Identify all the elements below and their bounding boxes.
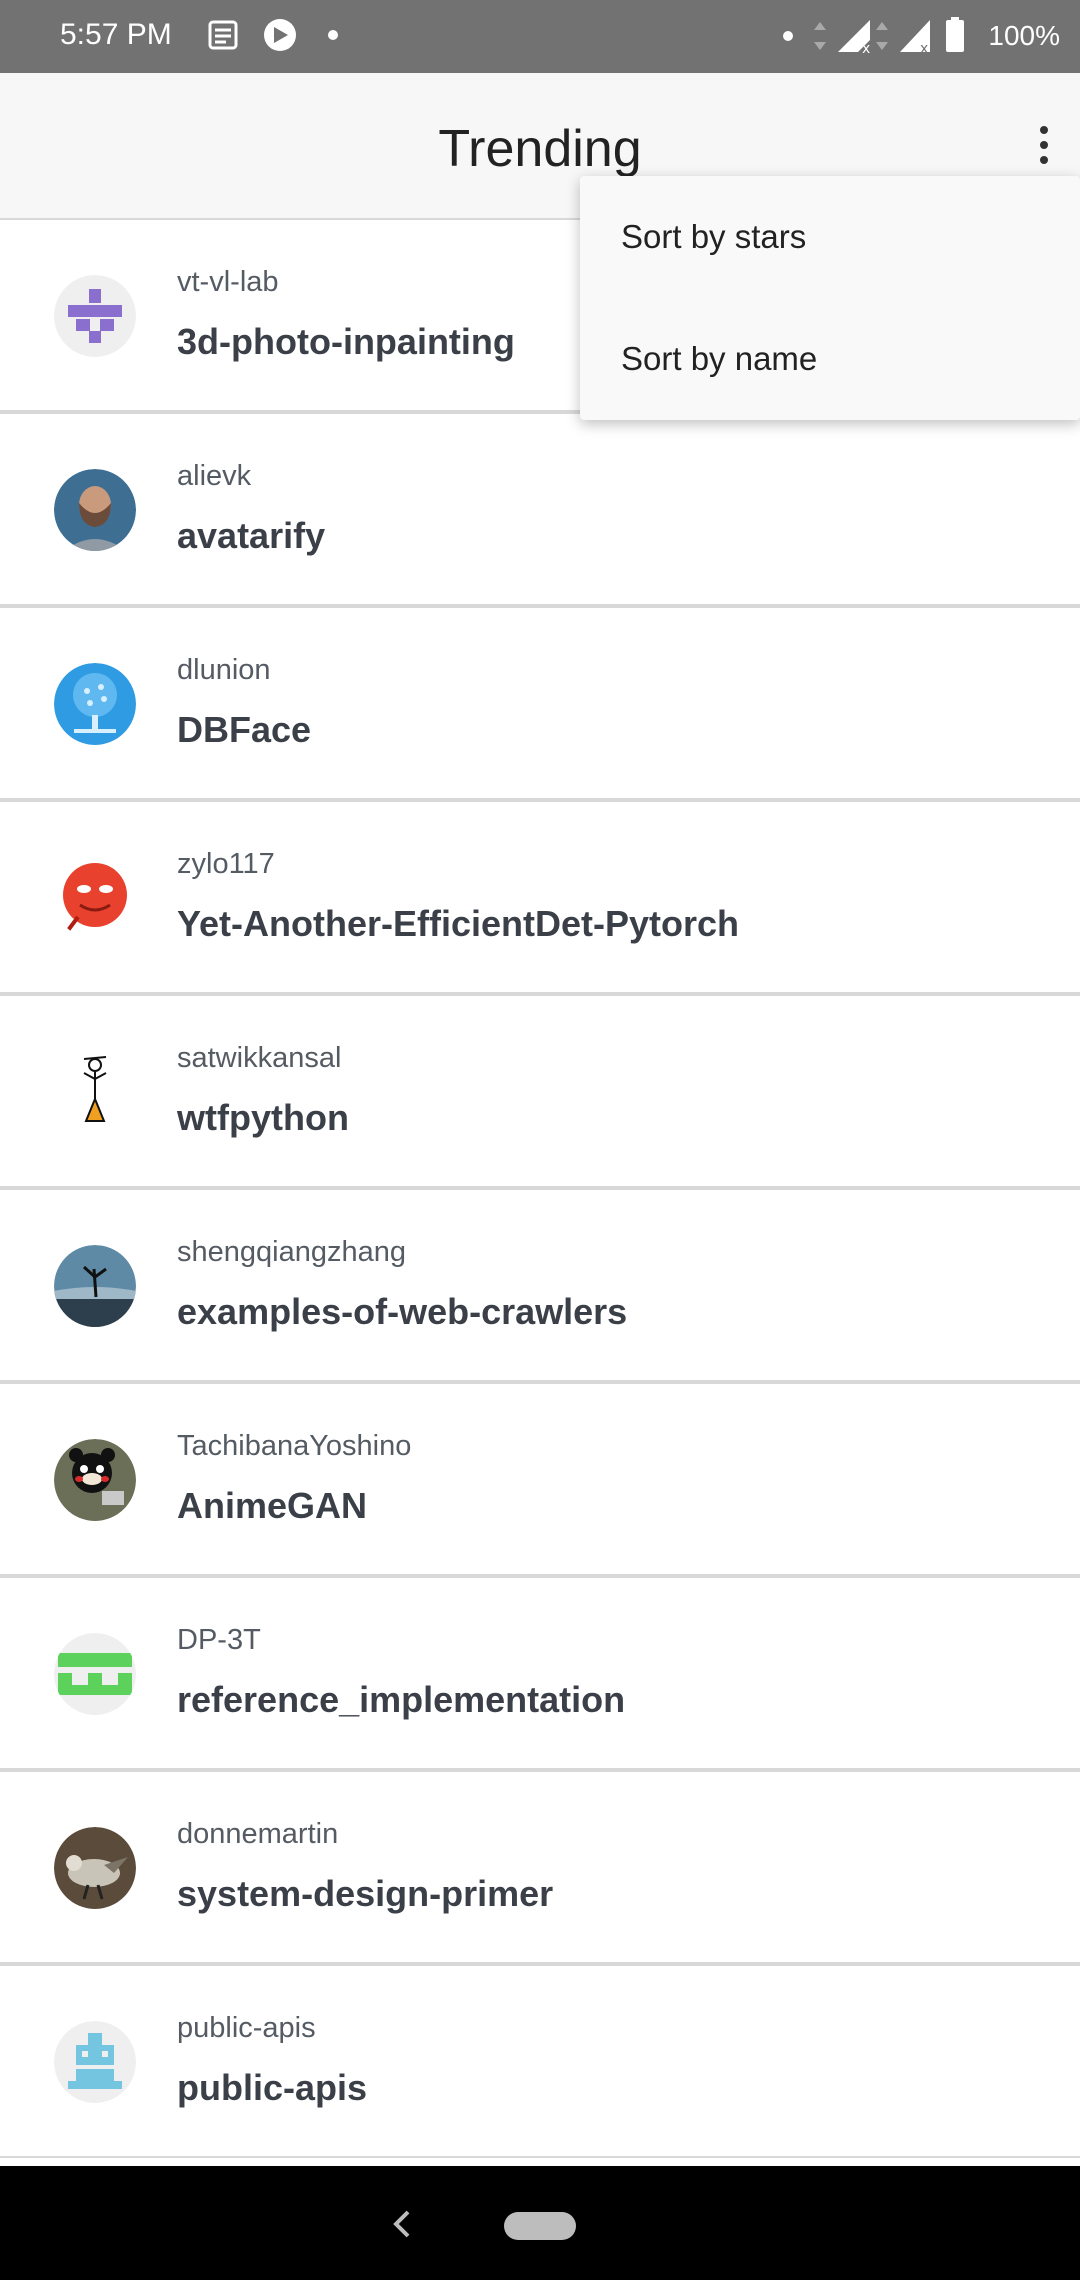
repo-name: examples-of-web-crawlers xyxy=(177,1291,628,1332)
status-right-icons: x x 100% xyxy=(778,14,1060,58)
avatar xyxy=(54,1439,136,1521)
list-item[interactable]: shengqiangzhang examples-of-web-crawlers xyxy=(0,1188,1080,1382)
avatar xyxy=(54,275,136,357)
svg-text:x: x xyxy=(920,41,928,56)
signal-icon: x xyxy=(838,20,871,56)
repo-owner: satwikkansal xyxy=(177,1042,342,1074)
avatar xyxy=(54,1051,136,1133)
avatar xyxy=(54,469,136,551)
list-item[interactable]: satwikkansal wtfpython xyxy=(0,994,1080,1188)
list-item[interactable]: dlunion DBFace xyxy=(0,606,1080,800)
play-icon xyxy=(264,19,296,51)
more-vert-icon[interactable] xyxy=(1022,113,1066,177)
dot-icon xyxy=(783,31,794,41)
list-item[interactable]: TachibanaYoshino AnimeGAN xyxy=(0,1382,1080,1576)
list-item[interactable]: DP-3T reference_implementation xyxy=(0,1576,1080,1770)
home-pill-icon[interactable] xyxy=(504,2212,576,2240)
menu-item-sort-by-name[interactable]: Sort by name xyxy=(580,298,1080,420)
list-item[interactable]: alievk avatarify xyxy=(0,412,1080,606)
repo-owner: TachibanaYoshino xyxy=(177,1430,412,1462)
repo-owner: dlunion xyxy=(177,654,271,686)
dot-icon xyxy=(328,30,338,40)
list-item[interactable]: zylo117 Yet-Another-EfficientDet-Pytorch xyxy=(0,800,1080,994)
data-arrows-icon xyxy=(876,22,889,50)
page-title: Trending xyxy=(438,120,642,178)
avatar xyxy=(54,1245,136,1327)
avatar xyxy=(54,1633,136,1715)
avatar xyxy=(54,857,136,939)
repo-name: system-design-primer xyxy=(177,1873,554,1914)
battery-percent: 100% xyxy=(988,20,1060,51)
back-icon[interactable] xyxy=(386,2206,416,2242)
repo-owner: public-apis xyxy=(177,2012,316,2044)
avatar xyxy=(54,2021,136,2103)
status-time: 5:57 PM xyxy=(60,18,172,51)
repo-name: AnimeGAN xyxy=(177,1485,368,1526)
repo-name: Yet-Another-EfficientDet-Pytorch xyxy=(177,903,740,944)
data-arrows-icon xyxy=(814,22,827,50)
menu-item-sort-by-stars[interactable]: Sort by stars xyxy=(580,176,1080,298)
list-item[interactable]: donnemartin system-design-primer xyxy=(0,1770,1080,1964)
repo-owner: donnemartin xyxy=(177,1818,339,1850)
status-left-icons xyxy=(206,16,346,56)
repo-name: DBFace xyxy=(177,709,312,750)
avatar xyxy=(54,663,136,745)
signal-icon: x xyxy=(900,20,931,56)
sort-menu: Sort by stars Sort by name xyxy=(580,176,1080,420)
repo-owner: vt-vl-lab xyxy=(177,266,279,298)
repo-name: wtfpython xyxy=(177,1097,349,1138)
status-bar: 5:57 PM x x 100% xyxy=(0,0,1080,73)
list-item[interactable]: public-apis public-apis xyxy=(0,1964,1080,2158)
battery-icon xyxy=(946,17,965,52)
repo-owner: alievk xyxy=(177,460,252,492)
repo-owner: DP-3T xyxy=(177,1624,261,1656)
repo-list[interactable]: vt-vl-lab 3d-photo-inpainting alievk ava… xyxy=(0,218,1080,2166)
repo-owner: shengqiangzhang xyxy=(177,1236,406,1268)
nav-bar xyxy=(0,2166,1080,2280)
repo-name: public-apis xyxy=(177,2067,368,2108)
svg-text:x: x xyxy=(862,41,870,56)
news-icon xyxy=(208,20,238,50)
repo-owner: zylo117 xyxy=(177,848,275,880)
repo-name: 3d-photo-inpainting xyxy=(177,321,515,362)
avatar xyxy=(54,1827,136,1909)
repo-name: reference_implementation xyxy=(177,1679,626,1720)
repo-name: avatarify xyxy=(177,515,326,556)
